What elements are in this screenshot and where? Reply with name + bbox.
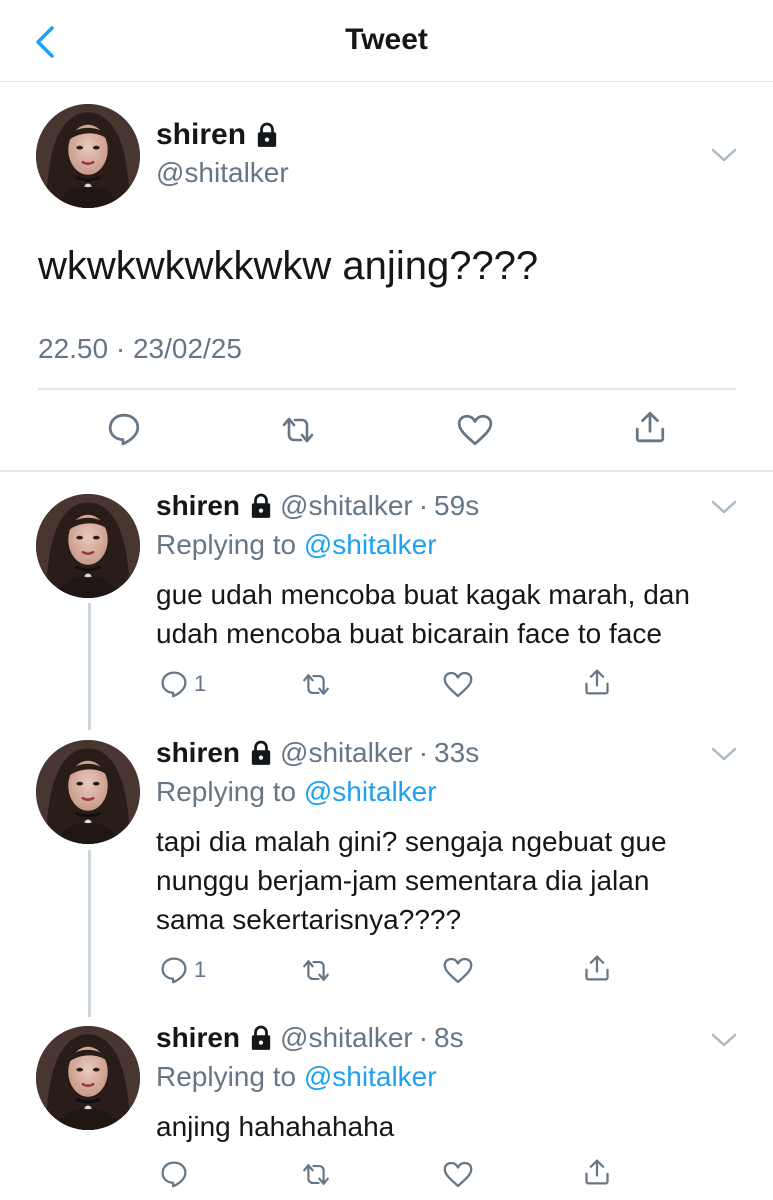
separator-dot: · — [418, 490, 429, 521]
replying-to-link[interactable]: @shitalker — [304, 776, 437, 807]
share-icon — [583, 1158, 611, 1186]
comment-icon — [160, 670, 188, 698]
thread-line — [88, 850, 91, 1017]
divider — [0, 470, 773, 472]
heart-icon — [457, 414, 493, 446]
heart-icon — [443, 957, 473, 984]
author-name[interactable]: shiren — [156, 737, 240, 769]
share-button[interactable] — [583, 668, 611, 696]
author-handle[interactable]: @shitalker — [280, 737, 413, 769]
author-name[interactable]: shiren — [156, 490, 240, 522]
tweet-age: 8s — [434, 1022, 464, 1053]
chevron-down-icon[interactable] — [710, 1031, 738, 1049]
retweet-button[interactable] — [300, 671, 332, 698]
lock-icon — [250, 740, 272, 766]
top-nav-bar: Tweet — [0, 0, 773, 82]
retweet-icon — [279, 414, 317, 446]
author-name: shiren — [156, 118, 247, 151]
reply-count: 1 — [194, 671, 207, 696]
reply-header: shiren @shitalker · 8s — [156, 1022, 464, 1054]
avatar[interactable] — [36, 740, 140, 844]
page-title: Tweet — [345, 23, 428, 56]
reply-header: shiren @shitalker · 59s — [156, 490, 479, 522]
reply-button[interactable] — [160, 1160, 188, 1188]
replying-to: Replying to @shitalker — [156, 529, 437, 561]
tweet-age: 33s — [434, 737, 480, 768]
reply-header: shiren @shitalker · 33s — [156, 737, 479, 769]
share-button[interactable] — [583, 1158, 611, 1186]
avatar[interactable] — [36, 1026, 140, 1130]
chevron-down-icon[interactable] — [710, 498, 738, 516]
reply-button[interactable]: 1 — [160, 670, 206, 698]
share-icon — [583, 954, 611, 982]
reply-count: 1 — [194, 957, 207, 982]
author-name[interactable]: shiren — [156, 1022, 240, 1054]
tweet-age: 59s — [434, 490, 480, 521]
share-button[interactable] — [583, 954, 611, 982]
reply-button[interactable] — [107, 412, 141, 446]
reply-text: gue udah mencoba buat kagak marah, dan u… — [156, 579, 690, 649]
share-icon — [633, 410, 667, 444]
author-handle[interactable]: @shitalker — [280, 1022, 413, 1054]
replying-to-link[interactable]: @shitalker — [304, 1061, 437, 1092]
replying-to-label: Replying to — [156, 776, 304, 807]
reply-text: anjing hahahahaha — [156, 1111, 395, 1142]
heart-icon — [443, 671, 473, 698]
comment-icon — [160, 956, 188, 984]
retweet-icon — [300, 671, 332, 698]
separator-dot: · — [418, 737, 429, 768]
replying-to-link[interactable]: @shitalker — [304, 529, 437, 560]
reply-text: tapi dia malah gini? sengaja ngebuat gue… — [156, 826, 667, 935]
like-button[interactable] — [443, 1161, 473, 1188]
like-button[interactable] — [443, 957, 473, 984]
avatar[interactable] — [36, 104, 140, 208]
tweet-timestamp[interactable]: 22.50 · 23/02/25 — [38, 333, 242, 365]
comment-icon — [107, 412, 141, 446]
avatar[interactable] — [36, 494, 140, 598]
thread-line — [88, 603, 91, 730]
replying-to: Replying to @shitalker — [156, 776, 437, 808]
divider — [38, 388, 736, 390]
author-name-row[interactable]: shiren — [156, 118, 278, 152]
share-button[interactable] — [633, 410, 667, 444]
comment-icon — [160, 1160, 188, 1188]
tweet-text: wkwkwkwkkwkw anjing???? — [38, 244, 539, 288]
retweet-icon — [300, 957, 332, 984]
reply-button[interactable]: 1 — [160, 956, 206, 984]
retweet-button[interactable] — [279, 414, 317, 446]
retweet-button[interactable] — [300, 957, 332, 984]
chevron-down-icon[interactable] — [710, 146, 738, 164]
author-handle[interactable]: @shitalker — [156, 157, 289, 189]
replying-to-label: Replying to — [156, 1061, 304, 1092]
retweet-button[interactable] — [300, 1161, 332, 1188]
separator-dot: · — [418, 1022, 429, 1053]
like-button[interactable] — [443, 671, 473, 698]
author-handle[interactable]: @shitalker — [280, 490, 413, 522]
lock-icon — [250, 1025, 272, 1051]
replying-to-label: Replying to — [156, 529, 304, 560]
lock-icon — [250, 493, 272, 519]
replying-to: Replying to @shitalker — [156, 1061, 437, 1093]
lock-icon — [256, 122, 278, 148]
retweet-icon — [300, 1161, 332, 1188]
like-button[interactable] — [457, 414, 493, 446]
share-icon — [583, 668, 611, 696]
chevron-down-icon[interactable] — [710, 745, 738, 763]
heart-icon — [443, 1161, 473, 1188]
